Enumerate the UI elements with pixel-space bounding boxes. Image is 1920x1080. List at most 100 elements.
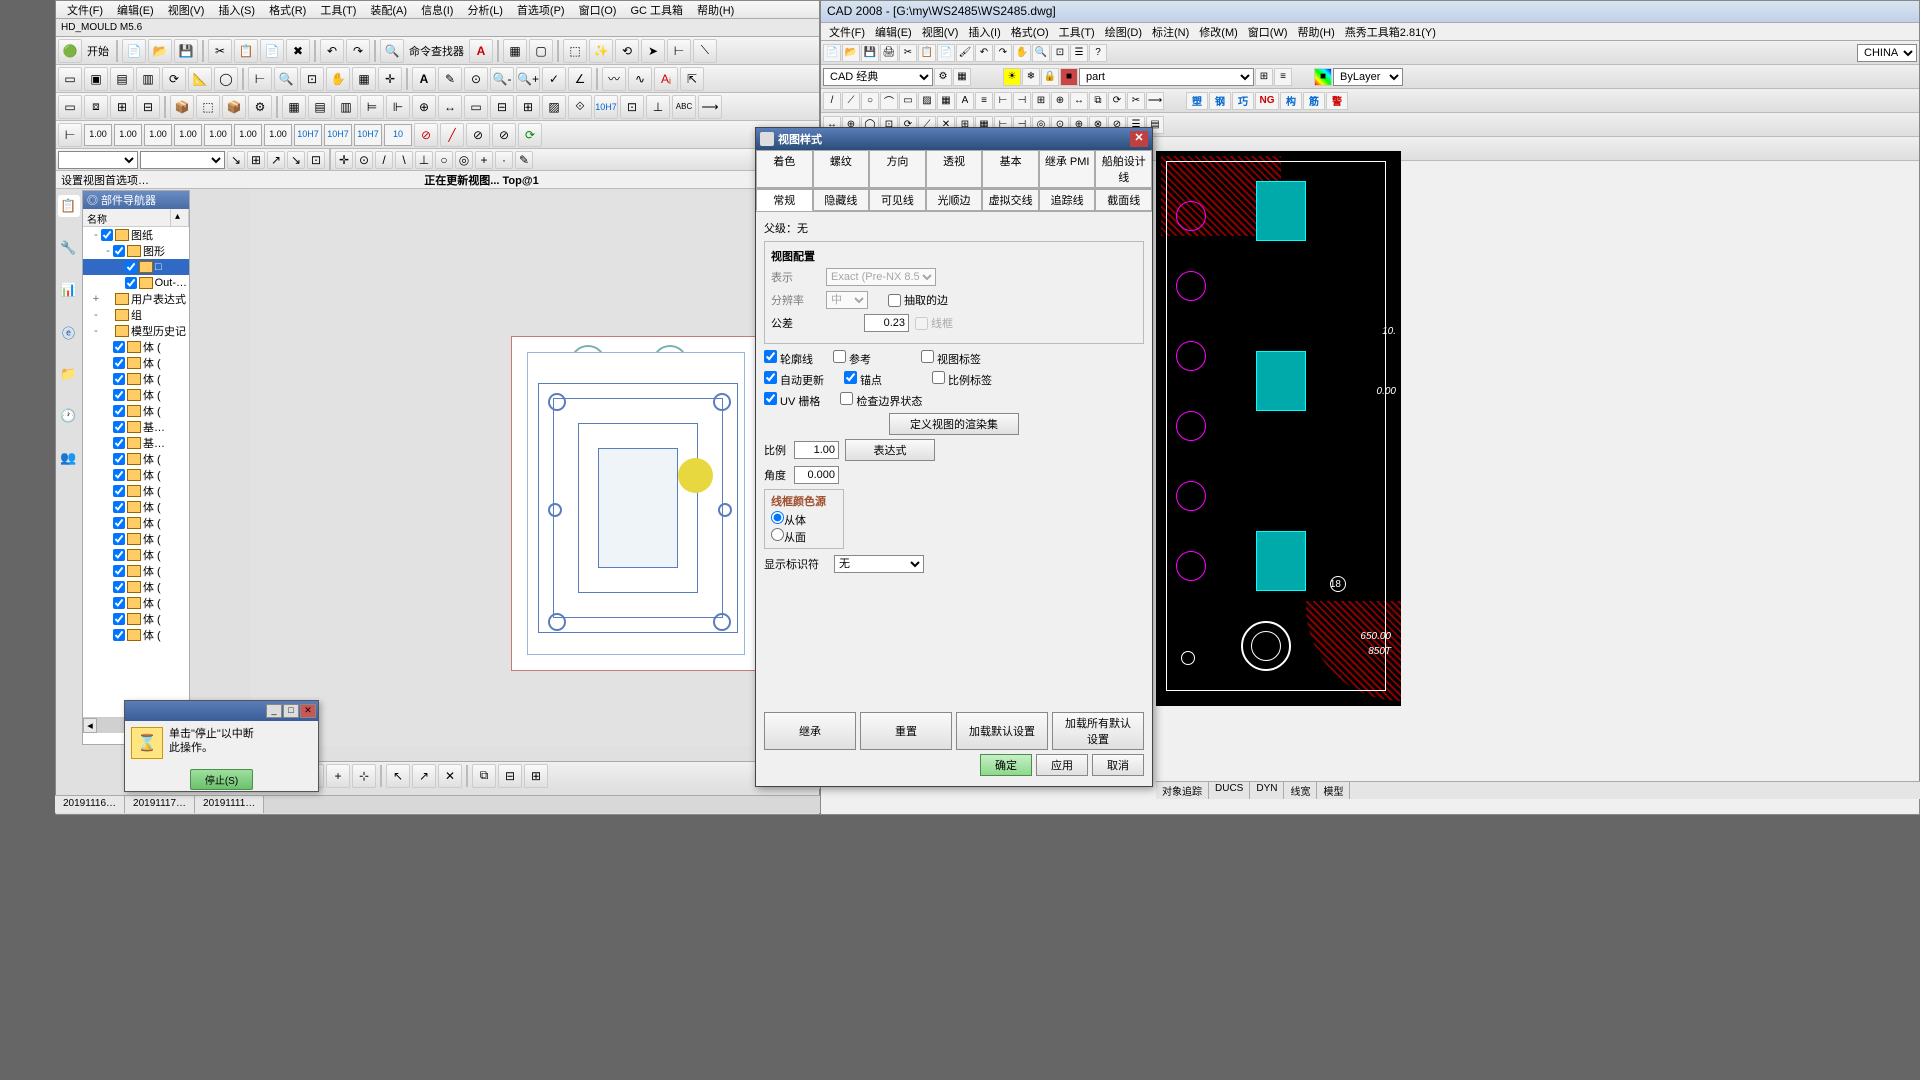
dim-4[interactable]: 1.00 bbox=[174, 124, 202, 146]
pt9-icon[interactable]: · bbox=[495, 151, 513, 169]
layer1-icon[interactable]: ▭ bbox=[58, 95, 82, 119]
anchor-checkbox[interactable] bbox=[844, 371, 857, 384]
expression-button[interactable]: 表达式 bbox=[845, 439, 935, 461]
nav-col-sort[interactable]: ▴ bbox=[171, 209, 189, 226]
cmd-finder-icon[interactable]: 🔍 bbox=[380, 39, 404, 63]
menu-info[interactable]: 信息(I) bbox=[415, 0, 459, 20]
acad-text-icon[interactable]: A bbox=[956, 92, 974, 110]
acad-menu-tools[interactable]: 工具(T) bbox=[1055, 23, 1099, 41]
menu-format[interactable]: 格式(R) bbox=[263, 0, 312, 20]
from-face-radio[interactable] bbox=[771, 528, 784, 541]
acad-copy2-icon[interactable]: ⧉ bbox=[1089, 92, 1107, 110]
acad-move-icon[interactable]: ↔ bbox=[1070, 92, 1088, 110]
merge-icon[interactable]: ⊞ bbox=[516, 95, 540, 119]
cube-icon[interactable]: ⬚ bbox=[563, 39, 587, 63]
tab-visible[interactable]: 可见线 bbox=[869, 189, 926, 211]
scalelabel-checkbox[interactable] bbox=[932, 371, 945, 384]
dim-11[interactable]: 10 bbox=[384, 124, 412, 146]
filter-combo[interactable] bbox=[58, 151, 138, 169]
acad-menu-draw[interactable]: 绘图(D) bbox=[1101, 23, 1146, 41]
acad-bylayer-combo[interactable]: ByLayer bbox=[1333, 68, 1403, 86]
align2-icon[interactable]: ⊩ bbox=[386, 95, 410, 119]
rect-icon[interactable]: ▭ bbox=[464, 95, 488, 119]
define-render-button[interactable]: 定义视图的渲染集 bbox=[889, 413, 1019, 435]
arc-icon[interactable]: ⟲ bbox=[615, 39, 639, 63]
asm4-icon[interactable]: ⚙ bbox=[248, 95, 272, 119]
ok-button[interactable]: 确定 bbox=[980, 754, 1032, 776]
tree-node[interactable]: 体 ( bbox=[83, 403, 189, 419]
acad-block-icon[interactable]: ⊞ bbox=[1032, 92, 1050, 110]
asm3-icon[interactable]: 📦 bbox=[222, 95, 246, 119]
acad-menu-dim[interactable]: 标注(N) bbox=[1148, 23, 1193, 41]
dimcirc2-icon[interactable]: ⊘ bbox=[492, 123, 516, 147]
layer3-icon[interactable]: ⊞ bbox=[110, 95, 134, 119]
dimrefresh-icon[interactable]: ⟳ bbox=[518, 123, 542, 147]
acad-arc-icon[interactable]: ⌒ bbox=[880, 92, 898, 110]
line-icon[interactable]: ⟍ bbox=[693, 39, 717, 63]
acad-trim-icon[interactable]: ✂ bbox=[1127, 92, 1145, 110]
zoomin-icon[interactable]: 🔍+ bbox=[516, 67, 540, 91]
balloon-icon[interactable]: ⊙ bbox=[464, 67, 488, 91]
bt-mirror-icon[interactable]: ⊟ bbox=[498, 764, 522, 788]
marker-select[interactable]: 无 bbox=[834, 555, 924, 573]
status-tab-1[interactable]: 20191116… bbox=[55, 796, 125, 813]
table1-icon[interactable]: ▦ bbox=[282, 95, 306, 119]
view1-icon[interactable]: ▣ bbox=[84, 67, 108, 91]
uvgrid-checkbox[interactable] bbox=[764, 392, 777, 405]
acad-cut-icon[interactable]: ✂ bbox=[899, 44, 917, 62]
dim-5[interactable]: 1.00 bbox=[204, 124, 232, 146]
tolerance-input[interactable] bbox=[864, 314, 909, 332]
acad-st-model[interactable]: 模型 bbox=[1317, 782, 1350, 799]
acad-menu-yanxiu[interactable]: 燕秀工具箱2.81(Y) bbox=[1341, 23, 1440, 41]
dim-7[interactable]: 1.00 bbox=[264, 124, 292, 146]
tree-node[interactable]: 体 ( bbox=[83, 515, 189, 531]
acad-st-lwt[interactable]: 线宽 bbox=[1284, 782, 1317, 799]
tree-node[interactable]: 体 ( bbox=[83, 531, 189, 547]
pt5-icon[interactable]: ⊥ bbox=[415, 151, 433, 169]
copy-icon[interactable]: 📋 bbox=[234, 39, 258, 63]
autoupdate-checkbox[interactable] bbox=[764, 371, 777, 384]
text-icon[interactable]: A bbox=[412, 67, 436, 91]
acad-menu-window[interactable]: 窗口(W) bbox=[1244, 23, 1292, 41]
tree-node[interactable]: -图纸 bbox=[83, 227, 189, 243]
bt-sel1-icon[interactable]: ↖ bbox=[386, 764, 410, 788]
acad-txt-ng[interactable]: NG bbox=[1255, 92, 1279, 110]
acad-new-icon[interactable]: 📄 bbox=[823, 44, 841, 62]
dim-2[interactable]: 1.00 bbox=[114, 124, 142, 146]
acad-ws1-icon[interactable]: ⚙ bbox=[934, 68, 952, 86]
hatch-icon[interactable]: ▨ bbox=[542, 95, 566, 119]
pt10-icon[interactable]: ✎ bbox=[515, 151, 533, 169]
pt8-icon[interactable]: + bbox=[475, 151, 493, 169]
dimred-icon[interactable]: ⊘ bbox=[414, 123, 438, 147]
acad-extend-icon[interactable]: ⟶ bbox=[1146, 92, 1164, 110]
menu-tools[interactable]: 工具(T) bbox=[314, 0, 362, 20]
acad-undo-icon[interactable]: ↶ bbox=[975, 44, 993, 62]
view3-icon[interactable]: ▥ bbox=[136, 67, 160, 91]
undo-icon[interactable]: ↶ bbox=[320, 39, 344, 63]
nav-tree[interactable]: -图纸-图形□Out-…+用户表达式-组-模型历史记体 (体 (体 (体 (体 … bbox=[83, 227, 189, 717]
snap4-icon[interactable]: ↘ bbox=[287, 151, 305, 169]
table3-icon[interactable]: ▥ bbox=[334, 95, 358, 119]
align1-icon[interactable]: ⊨ bbox=[360, 95, 384, 119]
nav-col-name[interactable]: 名称 bbox=[83, 209, 171, 226]
crosshair-icon[interactable]: ✛ bbox=[378, 67, 402, 91]
sheet-icon[interactable]: ▭ bbox=[58, 67, 82, 91]
font-icon[interactable]: A bbox=[469, 39, 493, 63]
from-body-radio[interactable] bbox=[771, 511, 784, 524]
view2-icon[interactable]: ▤ bbox=[110, 67, 134, 91]
acad-txt-su[interactable]: 塑 bbox=[1186, 92, 1208, 110]
redo-icon[interactable]: ↷ bbox=[346, 39, 370, 63]
acad-menu-help[interactable]: 帮助(H) bbox=[1294, 23, 1339, 41]
tree-node[interactable]: 体 ( bbox=[83, 627, 189, 643]
acad-props-icon[interactable]: ☰ bbox=[1070, 44, 1088, 62]
menu-gctoolbox[interactable]: GC 工具箱 bbox=[624, 0, 689, 20]
bt-array-icon[interactable]: ⊞ bbox=[524, 764, 548, 788]
pt7-icon[interactable]: ◎ bbox=[455, 151, 473, 169]
acad-menu-insert[interactable]: 插入(I) bbox=[964, 23, 1004, 41]
tree-node[interactable]: -组 bbox=[83, 307, 189, 323]
acad-hatch-icon[interactable]: ▨ bbox=[918, 92, 936, 110]
bt-sel2-icon[interactable]: ↗ bbox=[412, 764, 436, 788]
acad-open-icon[interactable]: 📂 bbox=[842, 44, 860, 62]
font2-icon[interactable]: Aᵢ bbox=[654, 67, 678, 91]
tree-node[interactable]: 体 ( bbox=[83, 483, 189, 499]
